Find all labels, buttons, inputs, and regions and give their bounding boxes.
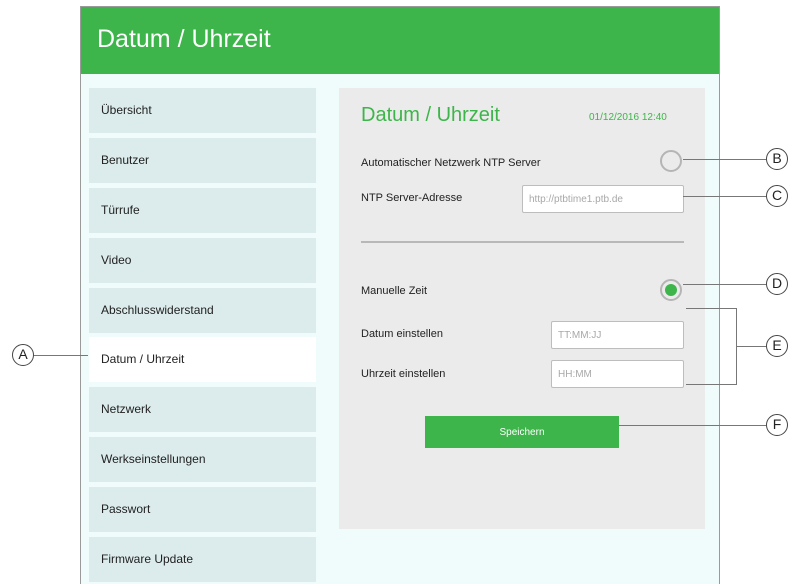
callout-f: F — [766, 414, 788, 436]
ntp-auto-label: Automatischer Netzwerk NTP Server — [361, 157, 541, 169]
callout-f-line — [619, 425, 766, 426]
manual-time-radio[interactable] — [660, 279, 682, 301]
sidebar-item-firmware-update[interactable]: Firmware Update — [89, 537, 316, 582]
settings-panel: Datum / Uhrzeit 01/12/2016 12:40 Automat… — [339, 88, 705, 529]
callout-b-line — [683, 159, 766, 160]
date-input[interactable] — [551, 321, 684, 349]
sidebar-item-uebersicht[interactable]: Übersicht — [89, 88, 316, 133]
sidebar-item-datum-uhrzeit[interactable]: Datum / Uhrzeit — [89, 337, 316, 382]
device-screen: Datum / Uhrzeit Übersicht Benutzer Türru… — [80, 6, 720, 584]
sidebar-item-werkseinstellungen[interactable]: Werkseinstellungen — [89, 437, 316, 482]
sidebar-item-passwort[interactable]: Passwort — [89, 487, 316, 532]
current-datetime: 01/12/2016 12:40 — [589, 112, 667, 123]
time-input[interactable] — [551, 360, 684, 388]
title-bar: Datum / Uhrzeit — [81, 7, 719, 74]
callout-c-line — [683, 196, 766, 197]
date-label: Datum einstellen — [361, 328, 443, 340]
callout-d-line — [683, 284, 766, 285]
callout-c: C — [766, 185, 788, 207]
callout-a-line — [34, 355, 88, 356]
sidebar-item-video[interactable]: Video — [89, 238, 316, 283]
sidebar-item-netzwerk[interactable]: Netzwerk — [89, 387, 316, 432]
manual-time-label: Manuelle Zeit — [361, 285, 428, 297]
sidebar-item-benutzer[interactable]: Benutzer — [89, 138, 316, 183]
ntp-address-input[interactable] — [522, 185, 684, 213]
callout-e: E — [766, 335, 788, 357]
callout-e-bracket-top — [686, 308, 736, 309]
section-divider — [361, 241, 684, 243]
time-label: Uhrzeit einstellen — [361, 368, 446, 380]
save-button[interactable]: Speichern — [425, 416, 619, 448]
panel-title: Datum / Uhrzeit — [361, 104, 500, 126]
callout-b: B — [766, 148, 788, 170]
sidebar-item-tuerrufe[interactable]: Türrufe — [89, 188, 316, 233]
ntp-address-label: NTP Server-Adresse — [361, 192, 463, 204]
callout-d: D — [766, 273, 788, 295]
sidebar-item-abschlusswiderstand[interactable]: Abschlusswiderstand — [89, 288, 316, 333]
ntp-auto-radio[interactable] — [660, 150, 682, 172]
window-title: Datum / Uhrzeit — [97, 25, 271, 53]
callout-e-bracket-bottom — [686, 384, 736, 385]
callout-a: A — [12, 344, 34, 366]
callout-e-line — [737, 346, 766, 347]
